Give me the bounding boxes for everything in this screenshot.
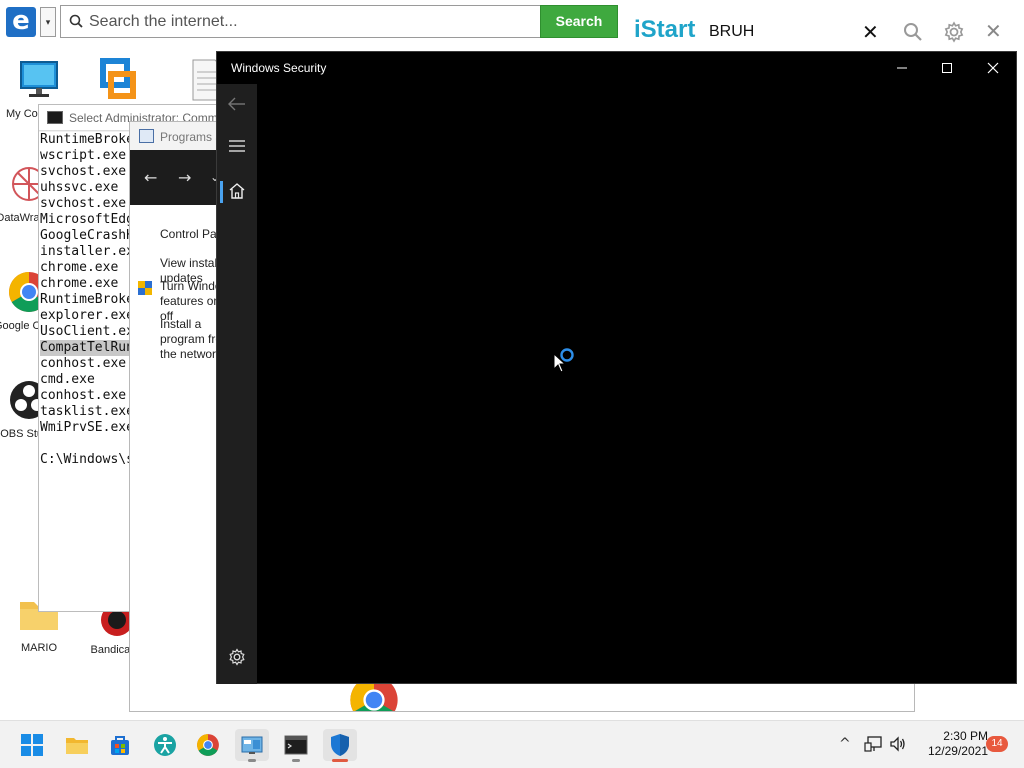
istart-panel: iStart BRUH ✕ ✕ <box>618 12 1024 52</box>
desktop: My Computer <box>0 0 1024 720</box>
mouse-cursor-icon <box>553 353 567 373</box>
terminal-icon <box>284 735 308 755</box>
istart-logo: iStart <box>634 16 696 43</box>
security-titlebar[interactable]: Windows Security <box>217 52 1016 84</box>
desktop-icon-label: MARIO <box>20 642 58 654</box>
gear-icon[interactable] <box>943 21 965 43</box>
chrome-icon <box>197 734 219 756</box>
clock-time: 2:30 PM <box>943 729 988 743</box>
show-hidden-icons-chevron[interactable]: ^ <box>839 736 851 752</box>
selected-indicator <box>220 181 223 203</box>
shield-icon <box>331 734 349 756</box>
close-button[interactable] <box>983 59 1003 77</box>
search-box[interactable] <box>60 5 542 38</box>
ie-logo-icon[interactable]: e <box>6 7 36 37</box>
taskbar: ^ 2:30 PM 12/29/2021 14 <box>0 720 1024 768</box>
running-indicator <box>292 759 300 762</box>
uac-shield-icon <box>138 281 152 295</box>
settings-gear-icon[interactable] <box>228 648 246 666</box>
control-panel-icon <box>241 736 263 754</box>
taskbar-chrome[interactable] <box>191 729 225 761</box>
maximize-button[interactable] <box>937 59 957 77</box>
taskbar-accessibility[interactable] <box>148 729 182 761</box>
system-clock[interactable]: 2:30 PM 12/29/2021 <box>912 729 988 759</box>
notification-badge[interactable]: 14 <box>986 736 1008 752</box>
back-arrow-icon[interactable] <box>227 96 247 112</box>
minimize-button[interactable] <box>892 59 912 77</box>
security-sidebar <box>217 84 257 684</box>
folder-icon <box>66 738 88 754</box>
taskbar-control-panel[interactable] <box>235 729 269 762</box>
istart-query-text[interactable]: BRUH <box>709 23 754 41</box>
taskbar-terminal[interactable] <box>279 729 313 762</box>
cmd-icon <box>47 111 63 124</box>
taskbar-windows-security[interactable] <box>323 729 357 762</box>
close-icon[interactable]: ✕ <box>985 21 1002 41</box>
clock-date: 12/29/2021 <box>927 744 988 758</box>
security-title: Windows Security <box>231 61 327 75</box>
monitor-icon <box>17 58 61 102</box>
search-button[interactable]: Search <box>540 5 618 38</box>
search-input[interactable] <box>89 8 529 36</box>
search-icon <box>69 14 83 28</box>
store-icon <box>111 736 129 755</box>
vmware-icon <box>95 58 139 102</box>
taskbar-file-explorer[interactable] <box>60 729 94 761</box>
network-icon[interactable] <box>864 735 884 753</box>
home-icon[interactable] <box>228 182 246 200</box>
accessibility-icon <box>154 734 176 756</box>
running-indicator <box>248 759 256 762</box>
windows-security-window[interactable]: Windows Security <box>216 51 1017 684</box>
desktop-icon-vmware[interactable] <box>82 58 152 102</box>
programs-icon <box>139 129 154 143</box>
hamburger-menu-icon[interactable] <box>229 139 245 153</box>
active-indicator <box>332 759 348 762</box>
clear-icon[interactable]: ✕ <box>862 22 879 42</box>
back-arrow-icon[interactable]: ← <box>144 168 157 187</box>
engine-dropdown[interactable]: ▾ <box>40 7 56 37</box>
forward-arrow-icon[interactable]: → <box>178 168 191 187</box>
windows-logo-icon <box>21 734 43 756</box>
volume-icon[interactable] <box>889 735 907 753</box>
taskbar-store[interactable] <box>103 729 137 761</box>
search-icon[interactable] <box>903 22 923 42</box>
start-button[interactable] <box>15 729 49 761</box>
